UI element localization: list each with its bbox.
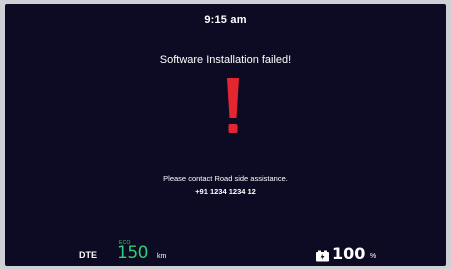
display-screen: 9:15 am Software Installation failed! Pl… (5, 4, 446, 266)
dte-label: DTE (79, 250, 97, 260)
assistance-phone: +91 1234 1234 12 (195, 187, 256, 196)
alert-message: Please contact Road side assistance. (163, 174, 288, 183)
range-unit: km (157, 253, 167, 260)
exclamation-icon (222, 78, 244, 136)
battery-unit: % (370, 253, 377, 260)
clock: 9:15 am (204, 14, 247, 26)
alert-title: Software Installation failed! (159, 54, 292, 66)
device-frame: 9:15 am Software Installation failed! Pl… (0, 0, 451, 269)
battery-icon (315, 249, 330, 262)
battery-level: 100 (332, 244, 366, 263)
range-value: 150 (117, 243, 148, 263)
